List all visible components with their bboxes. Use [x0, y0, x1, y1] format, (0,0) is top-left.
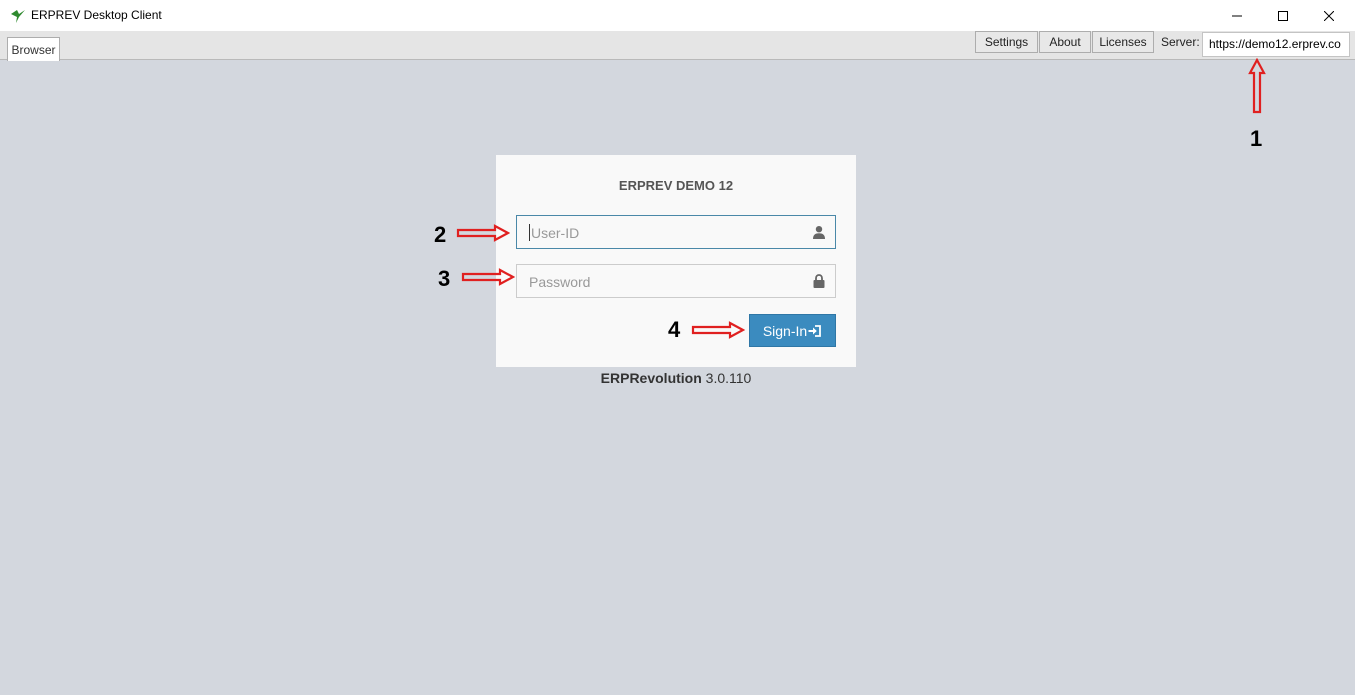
title-bar: ERPREV Desktop Client	[0, 0, 1355, 31]
window-title: ERPREV Desktop Client	[31, 8, 162, 22]
password-placeholder: Password	[529, 274, 591, 290]
sign-in-label: Sign-In	[762, 322, 808, 339]
annotation-2: 2	[434, 222, 447, 247]
user-id-input[interactable]: User-ID	[516, 215, 836, 249]
annotation-4: 4	[668, 317, 681, 342]
minimize-icon	[1232, 15, 1242, 16]
annotation-arrow-up-icon	[1248, 58, 1266, 114]
sign-in-button[interactable]: Sign-In	[749, 314, 836, 347]
user-id-placeholder: User-ID	[531, 225, 580, 241]
licenses-button[interactable]: Licenses	[1092, 31, 1154, 53]
version-info: ERPRevolution 3.0.110	[496, 370, 856, 386]
close-icon	[1324, 10, 1334, 21]
tab-browser[interactable]: Browser	[7, 37, 60, 61]
annotation-1: 1	[1250, 126, 1263, 151]
minimize-button[interactable]	[1214, 0, 1260, 31]
settings-button[interactable]: Settings	[975, 31, 1038, 53]
server-url-input[interactable]: https://demo12.erprev.co	[1202, 32, 1350, 57]
product-name: ERPRevolution	[600, 370, 702, 386]
annotation-arrow-right-icon	[691, 321, 745, 339]
about-button[interactable]: About	[1039, 31, 1091, 53]
lock-icon	[813, 274, 825, 288]
server-label: Server:	[1161, 35, 1200, 49]
erprev-bird-icon	[11, 10, 25, 23]
sign-in-icon	[808, 324, 822, 337]
login-title: ERPREV DEMO 12	[618, 178, 734, 193]
close-button[interactable]	[1306, 0, 1352, 31]
tab-bar: Browser Settings About Licenses Server: …	[0, 31, 1355, 61]
password-input[interactable]: Password	[516, 264, 836, 298]
annotation-arrow-right-icon	[456, 224, 510, 242]
version-number: 3.0.110	[705, 370, 752, 386]
annotation-3: 3	[438, 266, 451, 291]
user-icon	[813, 226, 825, 239]
maximize-icon	[1278, 10, 1288, 21]
text-caret	[529, 224, 530, 241]
maximize-button[interactable]	[1260, 0, 1306, 31]
annotation-arrow-right-icon	[461, 268, 515, 286]
